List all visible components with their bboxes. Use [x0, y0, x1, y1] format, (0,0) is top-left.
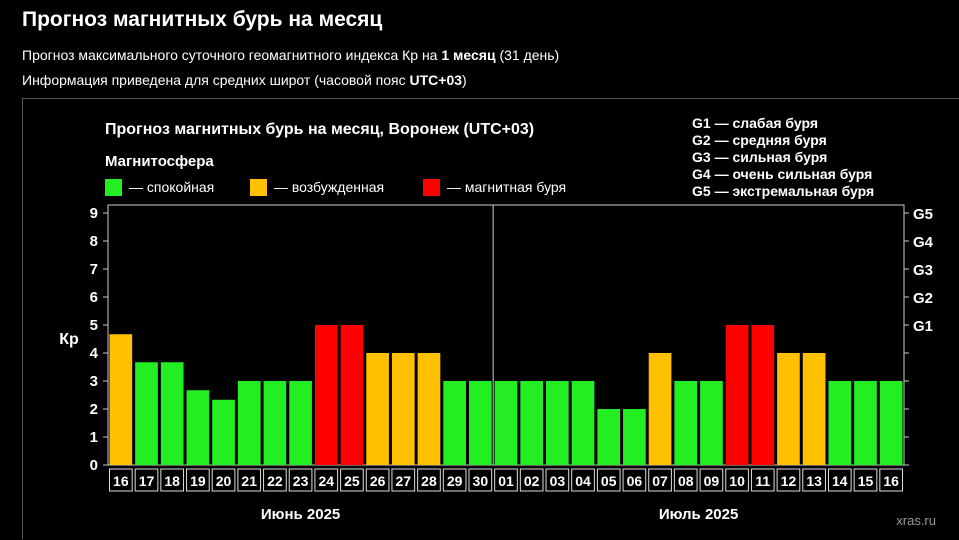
day-label: 15 — [858, 473, 874, 489]
bar-day-29 — [828, 381, 852, 465]
y-tick-label: 3 — [90, 373, 98, 390]
y-tick-label: 2 — [90, 401, 98, 418]
legend-swatch-excited — [250, 179, 267, 196]
day-label: 26 — [370, 473, 386, 489]
g-scale-label: G2 — [913, 290, 933, 307]
day-label: 06 — [627, 473, 643, 489]
day-label: 28 — [421, 473, 437, 489]
day-label: 07 — [652, 473, 668, 489]
day-label: 17 — [139, 473, 155, 489]
g-scale-label: G3 — [913, 262, 933, 279]
y-tick-label: 1 — [90, 429, 98, 446]
y-tick-label: 9 — [90, 205, 98, 222]
y-tick-label: 6 — [90, 289, 98, 306]
bar-day-14 — [443, 381, 466, 465]
bar-day-21 — [623, 409, 646, 465]
day-label: 10 — [729, 473, 745, 489]
bar-day-23 — [674, 381, 698, 465]
bar-day-7 — [263, 381, 287, 465]
month-label-2: Июль 2025 — [659, 506, 739, 523]
day-label: 08 — [678, 473, 694, 489]
g-scale-label: G1 — [913, 318, 933, 335]
day-label: 12 — [781, 473, 797, 489]
bar-day-24 — [700, 381, 723, 465]
legend-label-excited: — возбужденная — [274, 179, 384, 195]
kp-forecast-chart: Прогноз магнитных бурь на месяц, Воронеж… — [59, 115, 936, 528]
day-label: 16 — [113, 473, 129, 489]
bar-day-30 — [854, 381, 877, 465]
watermark: xras.ru — [896, 513, 936, 528]
legend-title: Магнитосфера — [105, 153, 214, 170]
y-tick-label: 8 — [90, 233, 98, 250]
storm-legend-item: G5 — экстремальная буря — [692, 183, 874, 199]
day-label: 18 — [164, 473, 180, 489]
day-label: 21 — [241, 473, 257, 489]
bar-day-16 — [494, 381, 518, 465]
day-label: 24 — [318, 473, 334, 489]
page-title: Прогноз магнитных бурь на месяц — [22, 8, 383, 31]
day-label: 01 — [498, 473, 514, 489]
day-label: 23 — [293, 473, 309, 489]
storm-legend-item: G1 — слабая буря — [692, 115, 818, 131]
storm-legend-item: G2 — средняя буря — [692, 132, 827, 148]
chart-panel: Прогноз магнитных бурь на месяц, Воронеж… — [22, 98, 959, 539]
day-label: 14 — [832, 473, 848, 489]
bar-day-28 — [802, 353, 826, 465]
bar-day-10 — [340, 325, 364, 465]
storm-legend-item: G4 — очень сильная буря — [692, 166, 872, 182]
day-label: 04 — [575, 473, 591, 489]
bar-day-19 — [571, 381, 595, 465]
bar-day-2 — [135, 362, 158, 465]
day-label: 02 — [524, 473, 540, 489]
bar-day-12 — [391, 353, 415, 465]
bar-day-8 — [289, 381, 312, 465]
day-label: 27 — [396, 473, 412, 489]
day-label: 29 — [447, 473, 463, 489]
day-label: 16 — [883, 473, 899, 489]
y-tick-label: 0 — [90, 457, 98, 474]
day-label: 25 — [344, 473, 360, 489]
bar-day-31 — [879, 381, 903, 465]
day-label: 30 — [473, 473, 489, 489]
bar-day-18 — [546, 381, 569, 465]
y-tick-label: 4 — [90, 345, 99, 362]
bar-day-17 — [520, 381, 544, 465]
g-scale-label: G4 — [913, 234, 934, 251]
g-scale-label: G5 — [913, 206, 933, 223]
bar-day-27 — [777, 353, 800, 465]
day-label: 05 — [601, 473, 617, 489]
day-label: 22 — [267, 473, 283, 489]
bar-day-1 — [109, 334, 133, 465]
bar-day-22 — [648, 353, 672, 465]
bar-day-9 — [314, 325, 338, 465]
day-label: 11 — [755, 473, 770, 489]
month-label-1: Июнь 2025 — [261, 506, 340, 523]
legend-swatch-storm — [423, 179, 440, 196]
chart-title: Прогноз магнитных бурь на месяц, Воронеж… — [105, 121, 534, 138]
bar-day-6 — [237, 381, 261, 465]
bar-day-26 — [751, 325, 775, 465]
legend-label-storm: — магнитная буря — [447, 179, 566, 195]
day-label: 19 — [190, 473, 206, 489]
bar-day-3 — [160, 362, 184, 465]
day-label: 03 — [550, 473, 566, 489]
y-axis-label: Кр — [59, 331, 79, 348]
legend-label-calm: — спокойная — [129, 179, 214, 195]
timezone-info: Информация приведена для средних широт (… — [22, 72, 467, 88]
day-label: 13 — [806, 473, 822, 489]
bar-day-25 — [725, 325, 749, 465]
day-label: 20 — [216, 473, 232, 489]
bar-day-11 — [366, 353, 389, 465]
storm-legend-item: G3 — сильная буря — [692, 149, 827, 165]
day-label: 09 — [704, 473, 720, 489]
bar-day-20 — [597, 409, 621, 465]
bar-day-4 — [186, 390, 210, 465]
legend-swatch-calm — [105, 179, 122, 196]
y-tick-label: 7 — [90, 261, 98, 278]
forecast-description: Прогноз максимального суточного геомагни… — [22, 47, 560, 63]
y-tick-label: 5 — [90, 317, 98, 334]
bar-day-15 — [468, 381, 492, 465]
bar-day-13 — [417, 353, 441, 465]
bar-day-5 — [212, 399, 235, 465]
